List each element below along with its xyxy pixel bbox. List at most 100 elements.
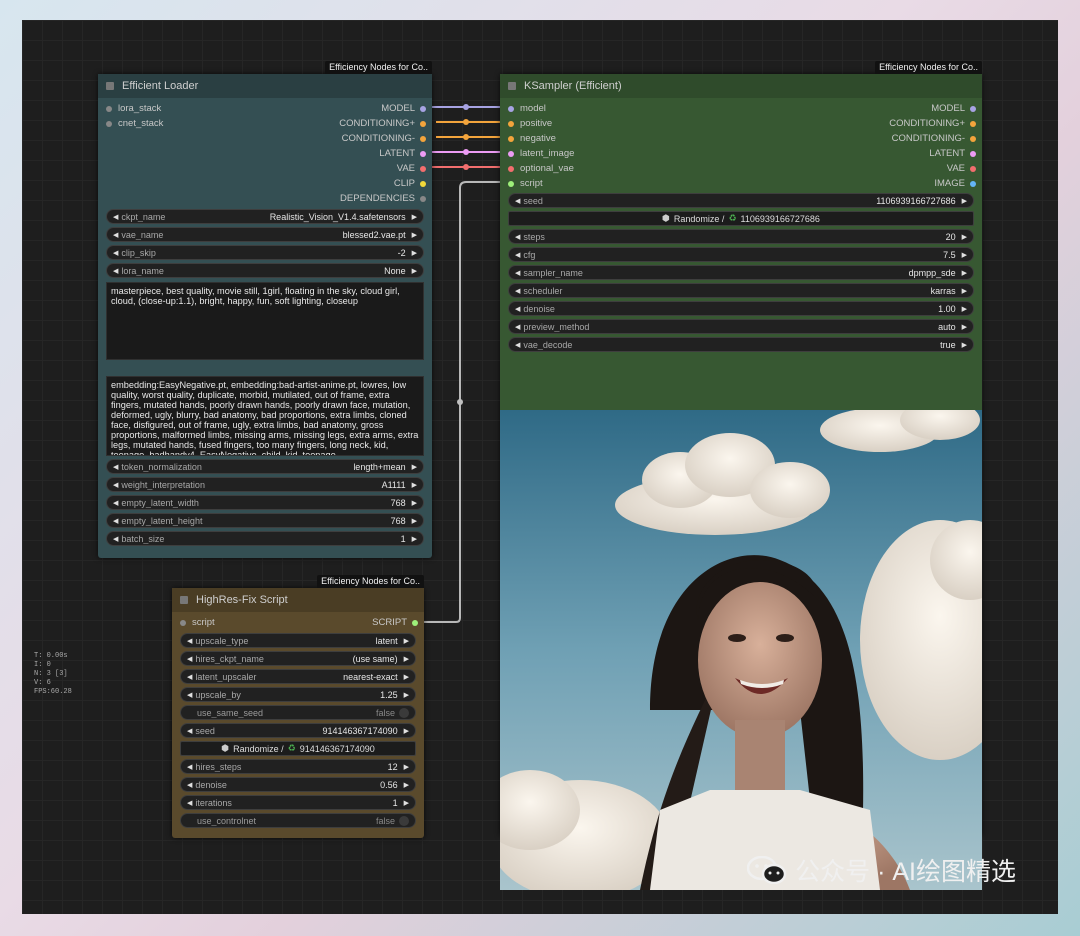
empty-latent-width-widget[interactable]: ◀ empty_latent_width 768 ▶ bbox=[106, 495, 424, 510]
decrement-arrow-icon[interactable]: ◀ bbox=[113, 517, 118, 525]
highres-fix-node[interactable]: Efficiency Nodes for Co.. HighRes-Fix Sc… bbox=[172, 575, 424, 838]
increment-arrow-icon[interactable]: ▶ bbox=[404, 763, 409, 771]
seed-widget[interactable]: ◀ seed 1106939166727686 ▶ bbox=[508, 193, 974, 208]
decrement-arrow-icon[interactable]: ◀ bbox=[515, 269, 520, 277]
increment-arrow-icon[interactable]: ▶ bbox=[404, 637, 409, 645]
output-socket[interactable] bbox=[420, 150, 426, 157]
increment-arrow-icon[interactable]: ▶ bbox=[962, 269, 967, 277]
use-controlnet-toggle[interactable]: use_controlnet false bbox=[180, 813, 416, 828]
empty-latent-height-widget[interactable]: ◀ empty_latent_height 768 ▶ bbox=[106, 513, 424, 528]
input-slot-script[interactable]: script bbox=[508, 176, 543, 191]
decrement-arrow-icon[interactable]: ◀ bbox=[187, 655, 192, 663]
input-socket[interactable] bbox=[106, 105, 112, 112]
decrement-arrow-icon[interactable]: ◀ bbox=[113, 267, 118, 275]
increment-arrow-icon[interactable]: ▶ bbox=[404, 781, 409, 789]
input-socket[interactable] bbox=[180, 619, 186, 626]
output-socket[interactable] bbox=[970, 105, 976, 112]
steps-widget[interactable]: ◀ steps 20 ▶ bbox=[508, 229, 974, 244]
increment-arrow-icon[interactable]: ▶ bbox=[412, 535, 417, 543]
output-slot-dependencies[interactable]: DEPENDENCIES bbox=[340, 191, 426, 206]
decrement-arrow-icon[interactable]: ◀ bbox=[113, 481, 118, 489]
decrement-arrow-icon[interactable]: ◀ bbox=[187, 763, 192, 771]
increment-arrow-icon[interactable]: ▶ bbox=[412, 463, 417, 471]
decrement-arrow-icon[interactable]: ◀ bbox=[187, 799, 192, 807]
output-slot-conditioning[interactable]: CONDITIONING- bbox=[892, 131, 976, 146]
preview-method-widget[interactable]: ◀ preview_method auto ▶ bbox=[508, 319, 974, 334]
input-socket[interactable] bbox=[508, 165, 514, 172]
collapse-icon[interactable] bbox=[106, 82, 114, 90]
ckpt-name-widget[interactable]: ◀ ckpt_name Realistic_Vision_V1.4.safetens… bbox=[106, 209, 424, 224]
increment-arrow-icon[interactable]: ▶ bbox=[962, 323, 967, 331]
increment-arrow-icon[interactable]: ▶ bbox=[412, 231, 417, 239]
increment-arrow-icon[interactable]: ▶ bbox=[412, 481, 417, 489]
node-header[interactable]: Efficient Loader bbox=[98, 74, 432, 98]
sampler-name-widget[interactable]: ◀ sampler_name dpmpp_sde ▶ bbox=[508, 265, 974, 280]
output-socket[interactable] bbox=[420, 135, 426, 142]
decrement-arrow-icon[interactable]: ◀ bbox=[187, 637, 192, 645]
increment-arrow-icon[interactable]: ▶ bbox=[962, 341, 967, 349]
output-slot-latent[interactable]: LATENT bbox=[929, 146, 976, 161]
input-slot-optional-vae[interactable]: optional_vae bbox=[508, 161, 574, 176]
increment-arrow-icon[interactable]: ▶ bbox=[404, 691, 409, 699]
decrement-arrow-icon[interactable]: ◀ bbox=[515, 287, 520, 295]
increment-arrow-icon[interactable]: ▶ bbox=[404, 799, 409, 807]
input-socket[interactable] bbox=[508, 150, 514, 157]
output-slot-model[interactable]: MODEL bbox=[931, 101, 976, 116]
node-header[interactable]: KSampler (Efficient) bbox=[500, 74, 982, 98]
increment-arrow-icon[interactable]: ▶ bbox=[404, 673, 409, 681]
increment-arrow-icon[interactable]: ▶ bbox=[404, 727, 409, 735]
increment-arrow-icon[interactable]: ▶ bbox=[412, 499, 417, 507]
input-socket[interactable] bbox=[106, 120, 112, 127]
input-slot-cnet-stack[interactable]: cnet_stack bbox=[106, 116, 163, 131]
output-socket[interactable] bbox=[970, 165, 976, 172]
input-slot-positive[interactable]: positive bbox=[508, 116, 552, 131]
output-slot-script[interactable]: SCRIPT bbox=[372, 615, 418, 630]
output-slot-clip[interactable]: CLIP bbox=[394, 176, 426, 191]
increment-arrow-icon[interactable]: ▶ bbox=[962, 233, 967, 241]
increment-arrow-icon[interactable]: ▶ bbox=[412, 267, 417, 275]
input-socket[interactable] bbox=[508, 180, 514, 187]
decrement-arrow-icon[interactable]: ◀ bbox=[515, 233, 520, 241]
randomize-button[interactable]: ⬢ Randomize / ♻ 1106939166727686 bbox=[508, 211, 974, 226]
token-normalization-widget[interactable]: ◀ token_normalization length+mean ▶ bbox=[106, 459, 424, 474]
batch-size-widget[interactable]: ◀ batch_size 1 ▶ bbox=[106, 531, 424, 546]
increment-arrow-icon[interactable]: ▶ bbox=[962, 197, 967, 205]
decrement-arrow-icon[interactable]: ◀ bbox=[113, 535, 118, 543]
upscale-by-widget[interactable]: ◀ upscale_by 1.25 ▶ bbox=[180, 687, 416, 702]
decrement-arrow-icon[interactable]: ◀ bbox=[515, 305, 520, 313]
decrement-arrow-icon[interactable]: ◀ bbox=[113, 249, 118, 257]
decrement-arrow-icon[interactable]: ◀ bbox=[187, 691, 192, 699]
upscale-type-widget[interactable]: ◀ upscale_type latent ▶ bbox=[180, 633, 416, 648]
denoise-widget[interactable]: ◀ denoise 0.56 ▶ bbox=[180, 777, 416, 792]
output-slot-conditioning[interactable]: CONDITIONING- bbox=[342, 131, 426, 146]
clip-skip-widget[interactable]: ◀ clip_skip -2 ▶ bbox=[106, 245, 424, 260]
input-slot-model[interactable]: model bbox=[508, 101, 546, 116]
use-same-seed-toggle[interactable]: use_same_seed false bbox=[180, 705, 416, 720]
decrement-arrow-icon[interactable]: ◀ bbox=[187, 673, 192, 681]
node-header[interactable]: HighRes-Fix Script bbox=[172, 588, 424, 612]
increment-arrow-icon[interactable]: ▶ bbox=[412, 249, 417, 257]
decrement-arrow-icon[interactable]: ◀ bbox=[187, 781, 192, 789]
input-slot-negative[interactable]: negative bbox=[508, 131, 556, 146]
output-slot-conditioning[interactable]: CONDITIONING+ bbox=[339, 116, 426, 131]
decrement-arrow-icon[interactable]: ◀ bbox=[515, 323, 520, 331]
output-socket[interactable] bbox=[970, 150, 976, 157]
output-slot-conditioning[interactable]: CONDITIONING+ bbox=[889, 116, 976, 131]
increment-arrow-icon[interactable]: ▶ bbox=[962, 287, 967, 295]
output-socket[interactable] bbox=[420, 105, 426, 112]
decrement-arrow-icon[interactable]: ◀ bbox=[113, 499, 118, 507]
weight-interpretation-widget[interactable]: ◀ weight_interpretation A1111 ▶ bbox=[106, 477, 424, 492]
negative-prompt-textarea[interactable]: embedding:EasyNegative.pt, embedding:bad… bbox=[106, 376, 424, 456]
efficient-loader-node[interactable]: Efficiency Nodes for Co.. Efficient Load… bbox=[98, 61, 432, 558]
decrement-arrow-icon[interactable]: ◀ bbox=[515, 341, 520, 349]
collapse-icon[interactable] bbox=[180, 596, 188, 604]
cfg-widget[interactable]: ◀ cfg 7.5 ▶ bbox=[508, 247, 974, 262]
input-slot-script[interactable]: script bbox=[180, 615, 215, 630]
input-socket[interactable] bbox=[508, 120, 514, 127]
increment-arrow-icon[interactable]: ▶ bbox=[412, 213, 417, 221]
increment-arrow-icon[interactable]: ▶ bbox=[962, 251, 967, 259]
input-slot-lora-stack[interactable]: lora_stack bbox=[106, 101, 161, 116]
output-slot-vae[interactable]: VAE bbox=[397, 161, 426, 176]
output-slot-model[interactable]: MODEL bbox=[381, 101, 426, 116]
output-socket[interactable] bbox=[970, 180, 976, 187]
